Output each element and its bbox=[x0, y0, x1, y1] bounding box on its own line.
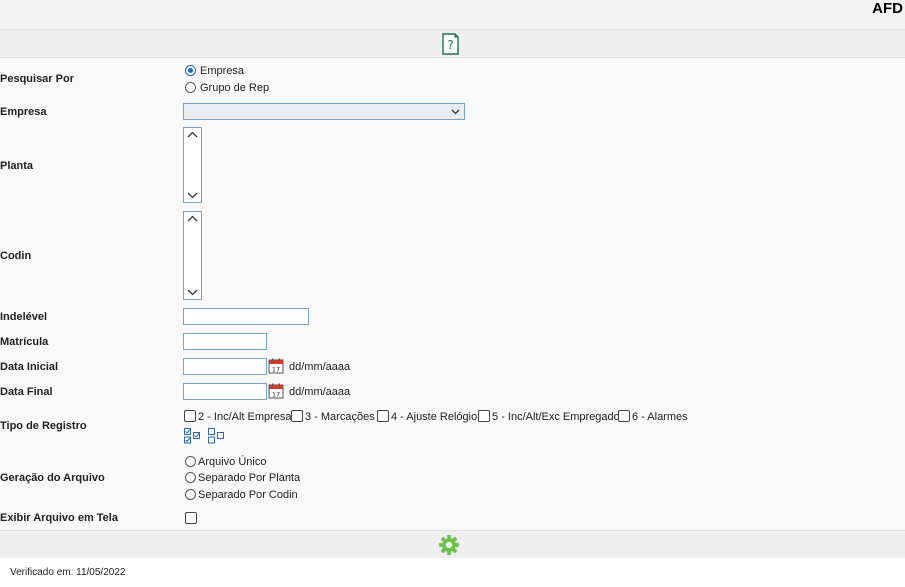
data-final-format: dd/mm/aaaa bbox=[289, 386, 351, 398]
radio-grupo-de-rep-label: Grupo de Rep bbox=[200, 82, 270, 94]
checkbox-tipo-5[interactable] bbox=[478, 410, 490, 422]
checkbox-tipo-2[interactable] bbox=[184, 410, 196, 422]
radio-arquivo-unico-label: Arquivo Único bbox=[198, 456, 267, 468]
tipo-registro-label: Tipo de Registro bbox=[0, 420, 87, 432]
svg-text:17: 17 bbox=[272, 391, 280, 399]
action-bar bbox=[0, 530, 905, 558]
gear-icon[interactable] bbox=[438, 534, 460, 556]
form-area bbox=[0, 58, 905, 530]
matricula-label: Matrícula bbox=[0, 336, 49, 348]
checkbox-tipo-3-label: 3 - Marcações bbox=[305, 411, 375, 423]
empresa-select[interactable] bbox=[183, 103, 465, 120]
help-bar: ? bbox=[0, 29, 905, 58]
radio-separado-codin-label: Separado Por Codin bbox=[198, 489, 298, 501]
page: AFD ? Pesquisar Por Empresa Grupo de Rep… bbox=[0, 0, 905, 587]
matricula-input[interactable] bbox=[183, 333, 267, 350]
checkbox-tipo-6-label: 6 - Alarmes bbox=[632, 411, 688, 423]
data-inicial-format: dd/mm/aaaa bbox=[289, 361, 351, 373]
verified-date: Verificado em: 11/05/2022 bbox=[10, 567, 126, 578]
checkbox-tipo-4[interactable] bbox=[377, 410, 389, 422]
data-final-input[interactable] bbox=[183, 383, 267, 400]
checkbox-tipo-6[interactable] bbox=[618, 410, 630, 422]
uncheck-all-icon[interactable] bbox=[208, 428, 225, 444]
checkbox-tipo-5-label: 5 - Inc/Alt/Exc Empregado bbox=[492, 411, 620, 423]
check-all-icon[interactable] bbox=[184, 428, 201, 444]
data-inicial-label: Data Inicial bbox=[0, 361, 59, 373]
indelevel-label: Indelével bbox=[0, 311, 48, 323]
radio-separado-planta-label: Separado Por Planta bbox=[198, 472, 301, 484]
checkbox-tipo-3[interactable] bbox=[291, 410, 303, 422]
title-bar: AFD bbox=[0, 0, 905, 29]
scroll-down-icon[interactable] bbox=[187, 288, 198, 296]
radio-empresa[interactable] bbox=[185, 65, 196, 76]
scroll-up-icon[interactable] bbox=[187, 215, 198, 223]
chevron-down-icon bbox=[451, 109, 460, 115]
exibir-arquivo-label: Exibir Arquivo em Tela bbox=[0, 512, 118, 524]
checkbox-tipo-2-label: 2 - Inc/Alt Empresa bbox=[198, 411, 292, 423]
radio-separado-codin[interactable] bbox=[185, 489, 196, 500]
svg-text:?: ? bbox=[447, 38, 453, 52]
radio-grupo-de-rep[interactable] bbox=[185, 82, 196, 93]
indelevel-input[interactable] bbox=[183, 308, 309, 325]
calendar-icon[interactable]: 17 bbox=[268, 358, 284, 374]
planta-label: Planta bbox=[0, 160, 34, 172]
radio-arquivo-unico[interactable] bbox=[185, 456, 196, 467]
geracao-arquivo-label: Geração do Arquivo bbox=[0, 472, 105, 484]
help-icon[interactable]: ? bbox=[440, 32, 460, 56]
page-title: AFD bbox=[872, 0, 903, 17]
radio-separado-planta[interactable] bbox=[185, 472, 196, 483]
radio-empresa-label: Empresa bbox=[200, 65, 245, 77]
data-final-label: Data Final bbox=[0, 386, 53, 398]
svg-text:17: 17 bbox=[272, 366, 280, 374]
scroll-up-icon[interactable] bbox=[187, 131, 198, 139]
scroll-down-icon[interactable] bbox=[187, 191, 198, 199]
codin-label: Codin bbox=[0, 250, 32, 262]
codin-listbox[interactable] bbox=[183, 211, 202, 300]
pesquisar-por-label: Pesquisar Por bbox=[0, 73, 74, 85]
calendar-icon[interactable]: 17 bbox=[268, 383, 284, 399]
data-inicial-input[interactable] bbox=[183, 358, 267, 375]
checkbox-tipo-4-label: 4 - Ajuste Relógio bbox=[391, 411, 478, 423]
planta-listbox[interactable] bbox=[183, 127, 202, 203]
exibir-arquivo-checkbox[interactable] bbox=[185, 512, 197, 524]
empresa-label: Empresa bbox=[0, 106, 47, 118]
